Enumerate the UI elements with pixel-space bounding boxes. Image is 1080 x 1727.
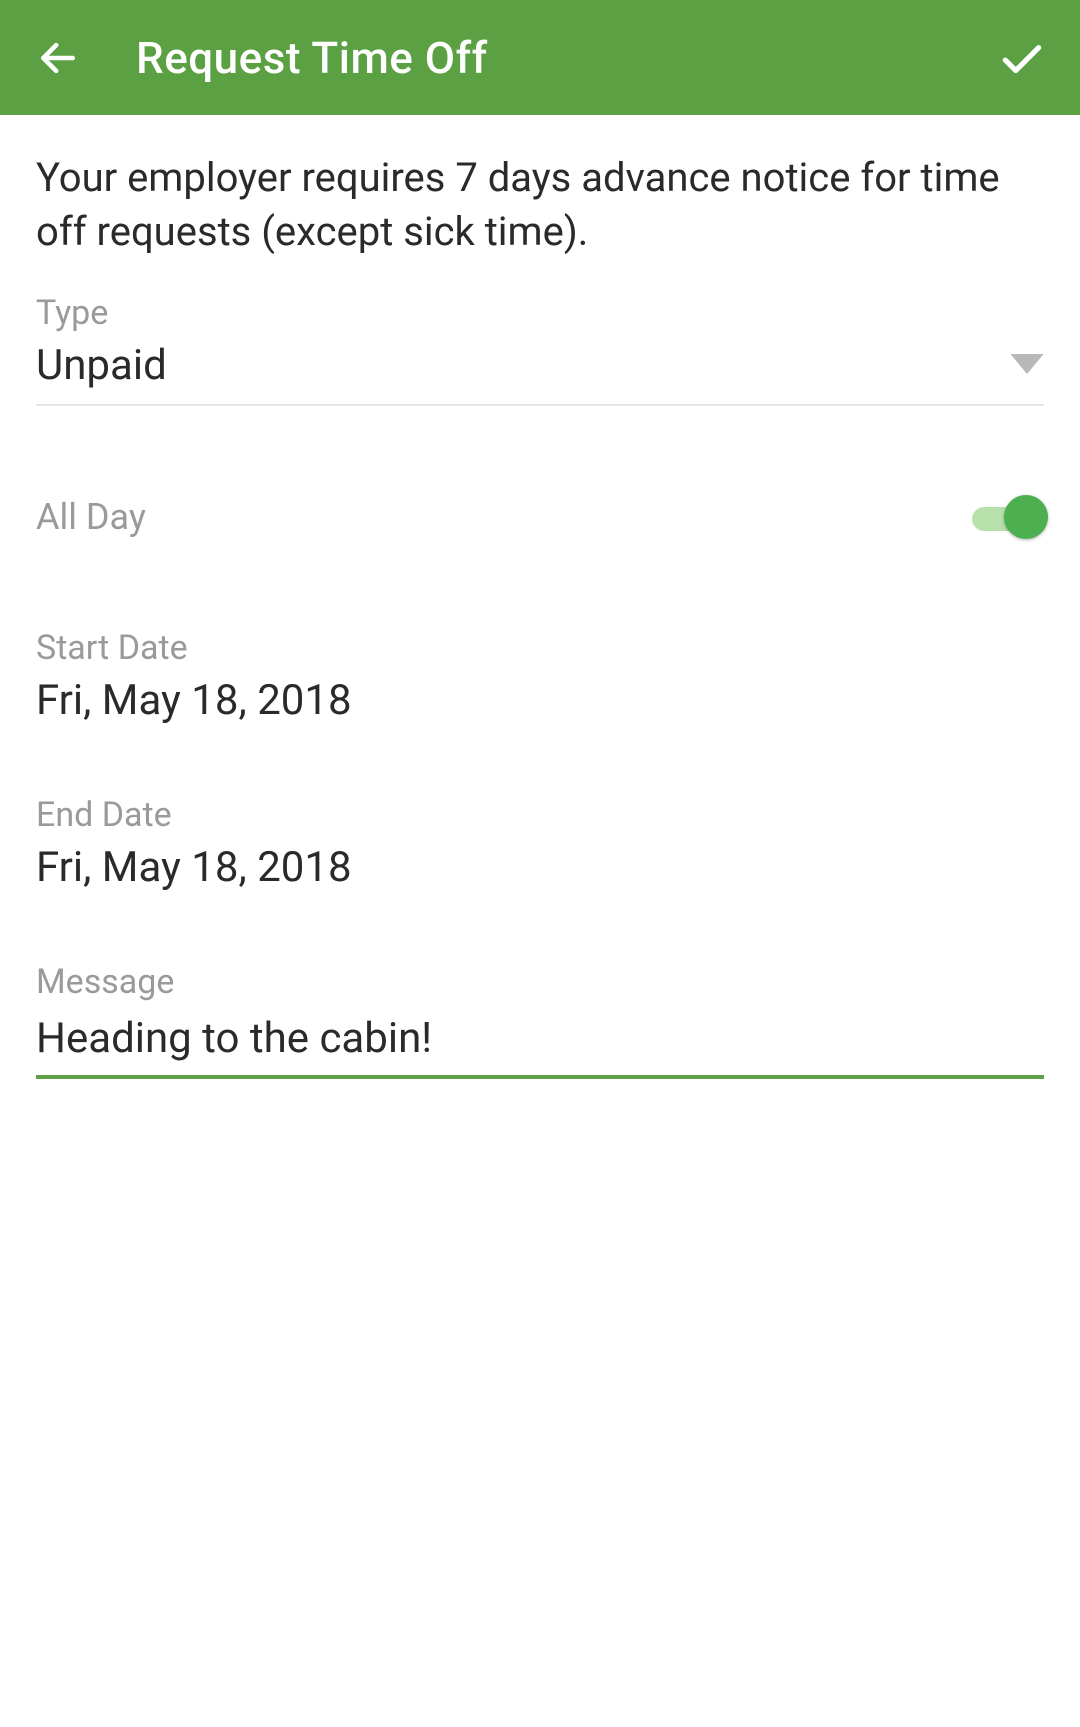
start-date-field[interactable]: Start Date Fri, May 18, 2018 bbox=[36, 628, 1044, 725]
start-date-value: Fri, May 18, 2018 bbox=[36, 676, 1044, 725]
confirm-button[interactable] bbox=[992, 33, 1052, 83]
end-date-value: Fri, May 18, 2018 bbox=[36, 843, 1044, 892]
back-button[interactable] bbox=[28, 36, 88, 80]
type-field: Type Unpaid bbox=[36, 293, 1044, 406]
type-select[interactable]: Unpaid bbox=[36, 341, 1044, 406]
page-title: Request Time Off bbox=[88, 32, 992, 84]
form-content: Your employer requires 7 days advance no… bbox=[0, 115, 1080, 1079]
toggle-thumb bbox=[1004, 495, 1048, 539]
check-icon bbox=[997, 33, 1047, 83]
type-value: Unpaid bbox=[36, 341, 167, 390]
all-day-row: All Day bbox=[36, 496, 1044, 538]
advance-notice-text: Your employer requires 7 days advance no… bbox=[36, 151, 1044, 259]
all-day-toggle[interactable] bbox=[972, 499, 1044, 535]
app-bar: Request Time Off bbox=[0, 0, 1080, 115]
all-day-label: All Day bbox=[36, 496, 146, 538]
type-label: Type bbox=[36, 293, 1044, 333]
message-field-wrapper: Message bbox=[36, 962, 1044, 1079]
arrow-left-icon bbox=[36, 36, 80, 80]
start-date-label: Start Date bbox=[36, 628, 1044, 668]
message-label: Message bbox=[36, 962, 1044, 1002]
chevron-down-icon bbox=[1010, 354, 1044, 378]
end-date-label: End Date bbox=[36, 795, 1044, 835]
end-date-field[interactable]: End Date Fri, May 18, 2018 bbox=[36, 795, 1044, 892]
message-input[interactable] bbox=[36, 1010, 1044, 1079]
